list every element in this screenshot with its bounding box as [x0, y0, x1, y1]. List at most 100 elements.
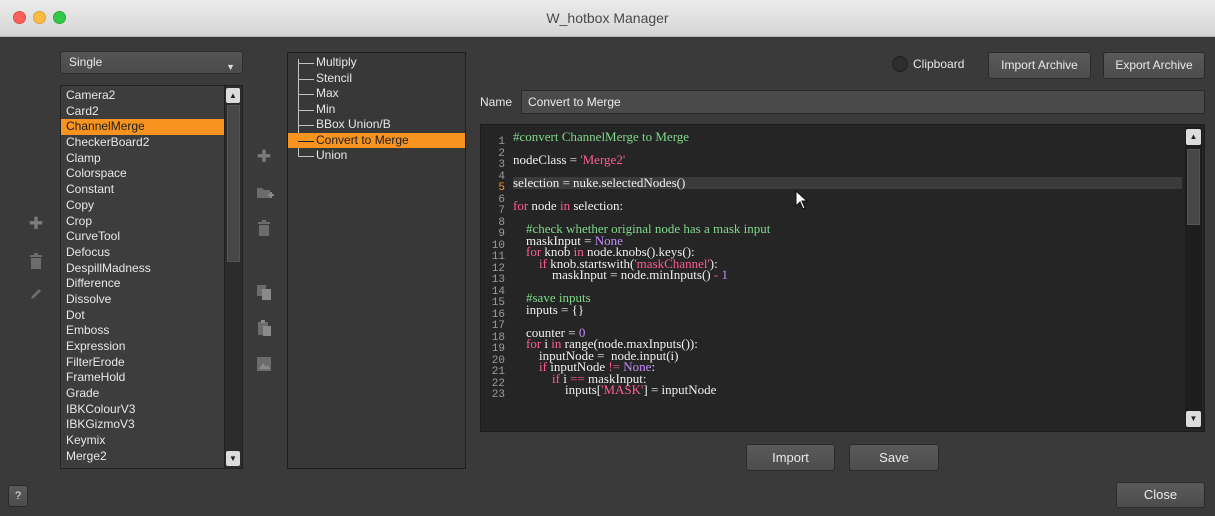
- node-list-item[interactable]: IBKColourV3: [61, 402, 224, 418]
- trash-icon[interactable]: [28, 253, 44, 271]
- help-button[interactable]: ?: [8, 485, 28, 507]
- tree-branch-line: [298, 78, 314, 80]
- tree-item[interactable]: Max: [288, 86, 465, 102]
- node-list-item[interactable]: Expression: [61, 339, 224, 355]
- trash-icon[interactable]: [256, 220, 272, 238]
- node-list-item[interactable]: Defocus: [61, 245, 224, 261]
- line-number: 1: [498, 136, 505, 148]
- title-bar: W_hotbox Manager: [0, 0, 1215, 37]
- code-token: ] = inputNode: [643, 382, 717, 397]
- node-class-list[interactable]: Camera2 Card2 ChannelMerge CheckerBoard2 Cla…: [60, 85, 243, 469]
- line-number: 23: [491, 389, 505, 401]
- line-number: 11: [491, 251, 505, 263]
- tree-item[interactable]: BBox Union/B: [288, 117, 465, 133]
- scroll-up-icon[interactable]: ▲: [226, 88, 240, 103]
- code-token: inputs[: [513, 382, 602, 397]
- scroll-thumb[interactable]: [227, 105, 240, 262]
- node-list-item[interactable]: Grade: [61, 386, 224, 402]
- add-icon[interactable]: ✚: [256, 148, 272, 166]
- node-list-item[interactable]: Camera2: [61, 88, 224, 104]
- code-line: #convert ChannelMerge to Merge: [513, 130, 1182, 143]
- code-line: selection = nuke.selectedNodes(): [513, 176, 1182, 189]
- node-list-item[interactable]: IBKGizmoV3: [61, 417, 224, 433]
- node-list-item[interactable]: Merge2: [61, 449, 224, 465]
- node-list-item[interactable]: Copy: [61, 198, 224, 214]
- line-number: 9: [498, 228, 505, 240]
- tree-item[interactable]: Union: [288, 148, 465, 164]
- node-list-item[interactable]: Emboss: [61, 323, 224, 339]
- node-list-item[interactable]: Dissolve: [61, 292, 224, 308]
- mode-dropdown[interactable]: Single ▼: [60, 51, 243, 74]
- add-folder-icon[interactable]: [256, 186, 274, 204]
- button-tree[interactable]: Multiply Stencil Max Min BBox Union/B Convert…: [287, 52, 466, 469]
- node-list-item[interactable]: Dot: [61, 308, 224, 324]
- tree-item-label: Min: [316, 101, 336, 116]
- node-list-item[interactable]: Difference: [61, 276, 224, 292]
- scroll-down-icon[interactable]: ▼: [226, 451, 240, 466]
- tree-item-label: Stencil: [316, 70, 353, 85]
- node-list-item[interactable]: Constant: [61, 182, 224, 198]
- tree-branch-line: [298, 63, 314, 64]
- tree-item[interactable]: Stencil: [288, 71, 465, 87]
- code-line: #save inputs: [513, 291, 1182, 304]
- window-title: W_hotbox Manager: [546, 10, 669, 26]
- node-list-item[interactable]: Crop: [61, 214, 224, 230]
- tree-item[interactable]: Multiply: [288, 55, 465, 71]
- mode-dropdown-value: Single: [69, 55, 103, 69]
- tree-branch-line: [298, 156, 314, 157]
- code-token: 'MASK': [601, 382, 644, 397]
- tree-branch-line: [298, 94, 314, 95]
- close-button[interactable]: Close: [1116, 482, 1205, 508]
- node-list-item[interactable]: CheckerBoard2: [61, 135, 224, 151]
- line-number: 19: [491, 343, 505, 355]
- clipboard-radio[interactable]: [892, 56, 908, 72]
- line-number-gutter: 1 2 3 4 5 6 7 8 9 10 11 12 13 14 15 16 17 18 19 20 21 22 23: [481, 136, 505, 402]
- export-archive-button[interactable]: Export Archive: [1103, 52, 1205, 79]
- node-list-item[interactable]: Colorspace: [61, 166, 224, 182]
- node-list-item[interactable]: ChannelMerge: [61, 119, 224, 136]
- tree-branch-line: [298, 140, 314, 142]
- scroll-down-icon[interactable]: ▼: [1186, 411, 1201, 427]
- code-editor[interactable]: 1 2 3 4 5 6 7 8 9 10 11 12 13 14 15 16 17 18 19 20 21 22 23 #c…: [480, 124, 1205, 432]
- tree-item-label: BBox Union/B: [316, 117, 391, 131]
- node-list-item[interactable]: FrameHold: [61, 370, 224, 386]
- save-button[interactable]: Save: [849, 444, 939, 471]
- image-icon[interactable]: [256, 356, 272, 374]
- node-list-item[interactable]: Card2: [61, 104, 224, 120]
- node-list-item[interactable]: Keymix: [61, 433, 224, 449]
- node-list-item[interactable]: DespillMadness: [61, 261, 224, 277]
- paste-icon[interactable]: [256, 320, 272, 338]
- pencil-icon[interactable]: [28, 287, 44, 305]
- import-button[interactable]: Import: [746, 444, 835, 471]
- code-content[interactable]: #convert ChannelMerge to Merge nodeClass …: [513, 130, 1182, 397]
- import-archive-button[interactable]: Import Archive: [988, 52, 1091, 79]
- chevron-down-icon: ▼: [226, 62, 235, 72]
- tree-branch-line: [298, 125, 314, 126]
- node-list-item[interactable]: CurveTool: [61, 229, 224, 245]
- scroll-up-icon[interactable]: ▲: [1186, 129, 1201, 145]
- editor-scrollbar[interactable]: ▲ ▼: [1185, 127, 1202, 429]
- code-line: for node in selection:: [513, 199, 1182, 212]
- name-input[interactable]: Convert to Merge: [521, 90, 1205, 114]
- tree-item-label: Multiply: [316, 55, 357, 69]
- copy-icon[interactable]: [256, 284, 272, 302]
- code-line: maskInput = node.minInputs() - 1: [513, 268, 1182, 281]
- add-icon[interactable]: ✚: [28, 215, 44, 233]
- line-number: 3: [498, 159, 505, 171]
- node-list-item[interactable]: Clamp: [61, 151, 224, 167]
- code-line: nodeClass = 'Merge2': [513, 153, 1182, 166]
- line-number: 17: [491, 320, 505, 332]
- line-number: 15: [491, 297, 505, 309]
- node-list-scrollbar[interactable]: ▲ ▼: [224, 86, 242, 468]
- tree-item-label: Convert to Merge: [316, 132, 409, 147]
- line-number: 21: [491, 366, 505, 378]
- scroll-thumb[interactable]: [1187, 149, 1200, 225]
- node-list-item[interactable]: FilterErode: [61, 355, 224, 371]
- line-number: 5: [498, 182, 505, 194]
- clipboard-label: Clipboard: [913, 57, 965, 71]
- name-label: Name: [480, 95, 513, 109]
- tree-item[interactable]: Convert to Merge: [288, 132, 465, 148]
- tree-item[interactable]: Min: [288, 102, 465, 118]
